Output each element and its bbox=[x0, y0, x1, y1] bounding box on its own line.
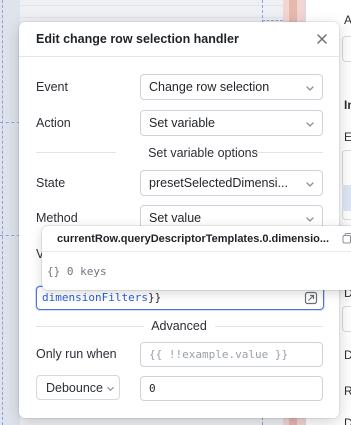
code-token: dimensionFilters bbox=[42, 291, 148, 304]
dashed-guide-horizontal bbox=[0, 235, 20, 236]
autocomplete-popover: currentRow.queryDescriptorTemplates.0.di… bbox=[42, 226, 351, 290]
action-label: Action bbox=[36, 116, 71, 130]
expand-icon bbox=[304, 291, 318, 305]
method-label: Method bbox=[36, 211, 78, 225]
value-code-text: dimensionFilters}} bbox=[42, 291, 161, 304]
inspector-selected-row bbox=[342, 185, 351, 211]
event-select-value: Change row selection bbox=[149, 80, 270, 94]
state-label: State bbox=[36, 176, 66, 190]
debounce-value: 0 bbox=[149, 382, 156, 395]
modal-title: Edit change row selection handler bbox=[36, 32, 239, 46]
expand-editor-button[interactable] bbox=[304, 291, 318, 305]
action-select[interactable]: Set variable bbox=[140, 110, 323, 136]
set-variable-options-heading: Set variable options bbox=[148, 146, 258, 160]
dashed-guide-vertical bbox=[2, 0, 3, 425]
debounce-label: Debounce bbox=[46, 381, 103, 395]
event-select[interactable]: Change row selection bbox=[140, 74, 323, 100]
dashed-guide-horizontal bbox=[0, 122, 20, 123]
close-button[interactable] bbox=[314, 31, 330, 47]
inspector-label: A bbox=[344, 13, 351, 27]
chevron-down-icon bbox=[306, 122, 314, 127]
suggestion-path: currentRow.queryDescriptorTemplates.0.di… bbox=[57, 233, 330, 245]
debounce-input[interactable]: 0 bbox=[140, 376, 323, 401]
section-divider bbox=[215, 326, 323, 327]
only-run-when-placeholder: {{ !!example.value }} bbox=[149, 348, 289, 361]
inspector-field[interactable] bbox=[342, 306, 351, 332]
event-label: Event bbox=[36, 80, 68, 94]
autocomplete-suggestion[interactable]: currentRow.queryDescriptorTemplates.0.di… bbox=[42, 226, 351, 252]
event-handler-modal: Edit change row selection handler Event … bbox=[19, 22, 339, 418]
state-select-value: presetSelectedDimensi... bbox=[149, 176, 288, 190]
chevron-down-icon bbox=[306, 86, 314, 91]
method-select-value: Set value bbox=[149, 211, 202, 225]
debounce-dropdown[interactable]: Debounce bbox=[36, 375, 120, 400]
only-run-when-label: Only run when bbox=[36, 347, 117, 361]
copy-icon[interactable] bbox=[342, 232, 351, 244]
suggestion-type-info: {} 0 keys bbox=[47, 265, 107, 278]
state-select[interactable]: presetSelectedDimensi... bbox=[140, 170, 323, 196]
chevron-down-icon bbox=[306, 182, 314, 187]
dashed-guide-horizontal bbox=[262, 20, 283, 21]
close-icon bbox=[317, 34, 327, 44]
inspector-label: D bbox=[344, 416, 351, 425]
code-token-brace: }} bbox=[147, 291, 162, 304]
section-divider bbox=[255, 152, 323, 153]
only-run-when-input[interactable]: {{ !!example.value }} bbox=[140, 342, 323, 367]
inspector-label: E bbox=[344, 130, 351, 144]
action-select-value: Set variable bbox=[149, 116, 216, 130]
inspector-field[interactable] bbox=[342, 36, 351, 62]
inspector-label: R bbox=[344, 384, 351, 398]
inspector-label: D bbox=[344, 348, 351, 362]
chevron-down-icon bbox=[107, 387, 114, 392]
modal-header-divider bbox=[19, 56, 339, 57]
inspector-section-title: In bbox=[344, 98, 351, 112]
canvas-left-gutter bbox=[0, 0, 20, 425]
chevron-down-icon bbox=[306, 217, 314, 222]
